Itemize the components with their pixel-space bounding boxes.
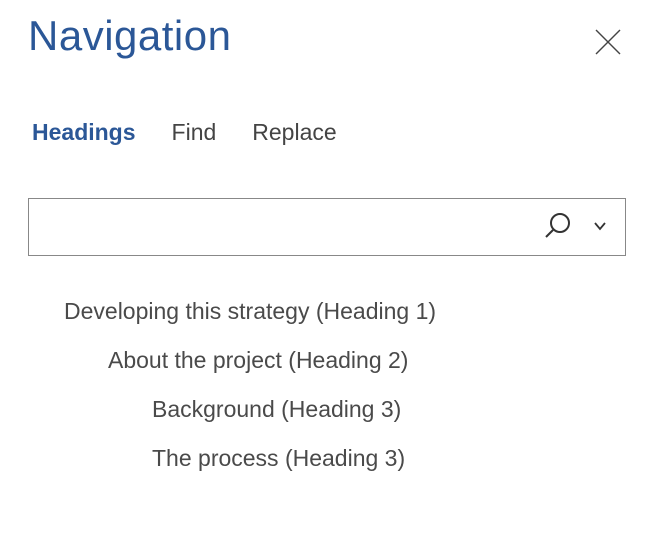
heading-item[interactable]: About the project (Heading 2) [64,347,626,374]
search-icon [543,210,573,240]
panel-title: Navigation [28,12,231,60]
tab-replace[interactable]: Replace [252,119,336,146]
search-button[interactable] [543,210,573,245]
close-icon [592,26,624,58]
heading-item[interactable]: The process (Heading 3) [64,445,626,472]
chevron-down-icon [593,221,607,231]
tab-bar: Headings Find Replace [28,119,626,146]
close-button[interactable] [584,18,632,71]
tab-find[interactable]: Find [172,119,217,146]
search-options-dropdown[interactable] [589,214,611,240]
heading-item[interactable]: Background (Heading 3) [64,396,626,423]
heading-item[interactable]: Developing this strategy (Heading 1) [64,298,626,325]
headings-list: Developing this strategy (Heading 1) Abo… [28,298,626,472]
search-box [28,198,626,256]
search-input[interactable] [41,199,527,255]
panel-header: Navigation [28,12,626,71]
tab-headings[interactable]: Headings [32,119,136,146]
